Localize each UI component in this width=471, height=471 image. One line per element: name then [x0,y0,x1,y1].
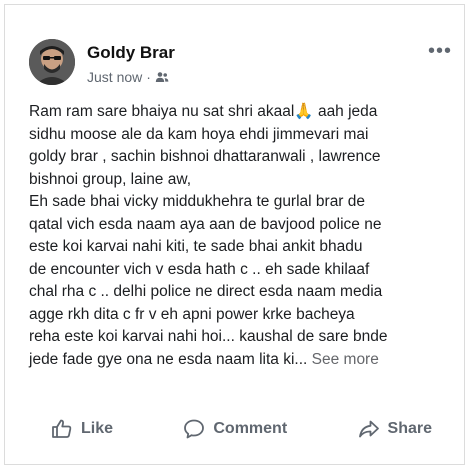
more-options-icon[interactable]: ••• [428,41,452,61]
share-label: Share [387,420,432,437]
post-text-line: agge rkh dita c fr v eh apni power krke … [29,305,355,323]
post-actions: Like Comment Share [29,411,454,447]
post-text-line: Ram ram sare bhaiya nu sat shri akaal🙏 a… [29,103,378,120]
avatar[interactable] [29,39,75,85]
post-header: Goldy Brar Just now · ••• [29,39,454,91]
thumbs-up-icon [52,419,72,438]
post-text-line: este koi karvai nahi kiti, te sade bhai … [29,238,363,255]
author-name[interactable]: Goldy Brar [87,43,175,63]
share-button[interactable]: Share [336,418,454,440]
profile-photo-icon [29,39,75,85]
post-text-line: chal rha c .. delhi police ne direct esd… [29,283,383,300]
post-text-line: qatal vich esda naam aya aan de bavjood … [29,215,382,233]
post-text-line: bishnoi group, laine aw, [29,170,192,188]
share-arrow-icon [358,420,379,438]
post-card: Goldy Brar Just now · ••• Ram ram sare b… [4,4,465,465]
post-text-last: jede fade gye ona ne esda naam lita ki..… [29,350,308,368]
post-meta: Just now · [87,69,169,85]
friends-icon[interactable] [155,71,169,83]
post-text-last-line: jede fade gye ona ne esda naam lita ki..… [29,349,454,372]
comment-button[interactable]: Comment [161,418,309,440]
post-text-line: goldy brar , sachin bishnoi dhattaranwal… [29,148,381,165]
post-text-line: Eh sade bhai vicky middukhehra te gurlal… [29,193,366,210]
post-text-line: sidhu moose ale da kam hoya ehdi jimmeva… [29,125,369,143]
like-label: Like [81,420,114,437]
meta-separator: · [146,69,151,85]
comment-icon [184,419,205,439]
post-text-line: reha este koi karvai nahi hoi... kaushal… [29,328,388,345]
comment-label: Comment [213,420,288,437]
post-text: Ram ram sare bhaiya nu sat shri akaal🙏 a… [29,101,454,371]
see-more-link[interactable]: See more [312,351,379,368]
post-timestamp[interactable]: Just now [87,69,142,85]
like-button[interactable]: Like [29,418,135,440]
post-text-line: de encounter vich v esda hath c .. eh sa… [29,260,370,278]
